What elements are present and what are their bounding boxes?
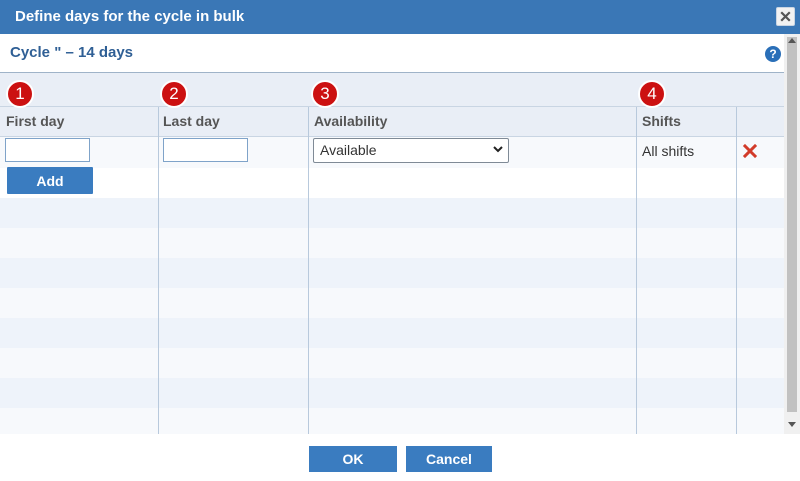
ok-button[interactable]: OK	[309, 446, 397, 472]
grid-row	[0, 258, 784, 288]
dialog-titlebar: Define days for the cycle in bulk	[0, 0, 800, 34]
cycle-subtitle: Cycle " – 14 days	[10, 44, 134, 61]
scroll-up-arrow-icon[interactable]	[788, 38, 796, 43]
grid-row	[0, 288, 784, 318]
column-divider	[158, 107, 159, 434]
column-header-last-day: Last day	[163, 113, 220, 129]
scroll-down-arrow-icon[interactable]	[788, 422, 796, 427]
first-day-input[interactable]	[5, 138, 90, 162]
column-header-shifts: Shifts	[642, 113, 681, 129]
scrollbar-thumb[interactable]	[787, 37, 797, 412]
availability-select[interactable]: Available	[313, 138, 509, 163]
dialog-footer	[0, 434, 800, 481]
column-divider	[308, 107, 309, 434]
step-badge-2: 2	[160, 80, 188, 108]
shifts-value: All shifts	[642, 143, 695, 159]
column-header-availability: Availability	[314, 113, 388, 129]
add-button[interactable]: Add	[7, 167, 93, 194]
step-badge-4: 4	[638, 80, 666, 108]
column-divider	[736, 107, 737, 434]
column-header-first-day: First day	[6, 113, 65, 129]
grid-row	[0, 378, 784, 408]
step-badge-3: 3	[311, 80, 339, 108]
availability-selected-value: Available	[320, 142, 377, 158]
cancel-button[interactable]: Cancel	[406, 446, 492, 472]
last-day-input[interactable]	[163, 138, 248, 162]
grid-row	[0, 198, 784, 228]
grid-row	[0, 408, 784, 434]
grid-row	[0, 318, 784, 348]
delete-row-icon[interactable]	[743, 144, 757, 158]
column-divider	[636, 107, 637, 434]
help-icon[interactable]: ?	[765, 46, 781, 62]
days-grid: 1 2 3 4 First day Last day Availability …	[0, 73, 784, 434]
close-button[interactable]	[776, 7, 795, 26]
dialog-title: Define days for the cycle in bulk	[15, 8, 245, 25]
chevron-down-icon	[493, 146, 503, 153]
grid-row	[0, 228, 784, 258]
grid-row	[0, 168, 784, 198]
define-days-dialog: Define days for the cycle in bulk Cycle …	[0, 0, 800, 481]
step-badge-1: 1	[6, 80, 34, 108]
step-number-row	[0, 73, 784, 107]
close-icon	[780, 11, 791, 22]
grid-row	[0, 348, 784, 378]
